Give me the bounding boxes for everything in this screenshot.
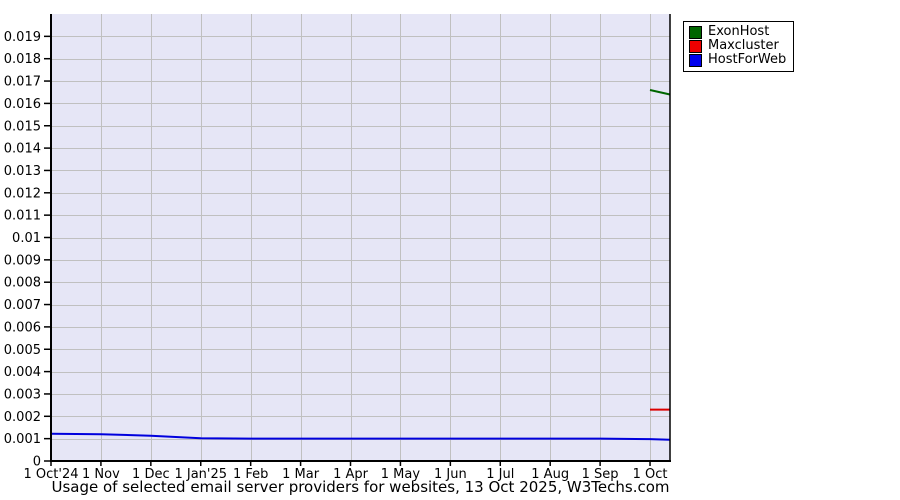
legend-swatch-exonhost [689, 25, 702, 39]
y-tick-label: 0.009 [4, 253, 41, 268]
y-tick-label: 0.013 [4, 164, 41, 179]
legend-swatch-maxcluster [689, 39, 702, 53]
y-tick-label: 0.005 [4, 343, 41, 358]
y-tick-label: 0.017 [4, 75, 41, 90]
y-tick-label: 0.012 [4, 186, 41, 201]
y-tick-label: 0.019 [4, 30, 41, 45]
y-tick-label: 0.001 [4, 432, 41, 447]
y-tick-label: 0.006 [4, 320, 41, 335]
y-tick-label: 0.004 [4, 365, 41, 380]
y-tick-label: 0.008 [4, 276, 41, 291]
y-tick-label: 0.007 [4, 298, 41, 313]
legend-label: HostForWeb [708, 52, 787, 67]
y-tick-label: 0.002 [4, 410, 41, 425]
legend-item-hostforweb: HostForWeb [689, 53, 786, 67]
legend-label: Maxcluster [708, 38, 779, 53]
y-tick-label: 0.014 [4, 142, 41, 157]
y-tick-label: 0.003 [4, 387, 41, 402]
chart-stage: 0 0.001 0.002 0.003 0.004 0.005 0.006 0.007 0.00… [0, 0, 900, 500]
y-tick-label: 0.015 [4, 119, 41, 134]
legend-swatch-hostforweb [689, 53, 702, 67]
legend: ExonHost Maxcluster HostForWeb [683, 21, 795, 72]
chart-canvas: 00.0010.0020.0030.0040.0050.0060.0070.00… [4, 14, 671, 482]
legend-item-exonhost: ExonHost [689, 25, 786, 39]
chart-title: Usage of selected email server providers… [51, 478, 670, 496]
legend-item-maxcluster: Maxcluster [689, 39, 786, 53]
y-axis-labels: 00.0010.0020.0030.0040.0050.0060.0070.00… [4, 30, 41, 470]
y-tick-label: 0.01 [12, 231, 41, 246]
legend-label: ExonHost [708, 24, 770, 39]
y-tick-label: 0.016 [4, 97, 41, 112]
y-tick-label: 0.011 [4, 209, 41, 224]
y-tick-label: 0.018 [4, 52, 41, 67]
